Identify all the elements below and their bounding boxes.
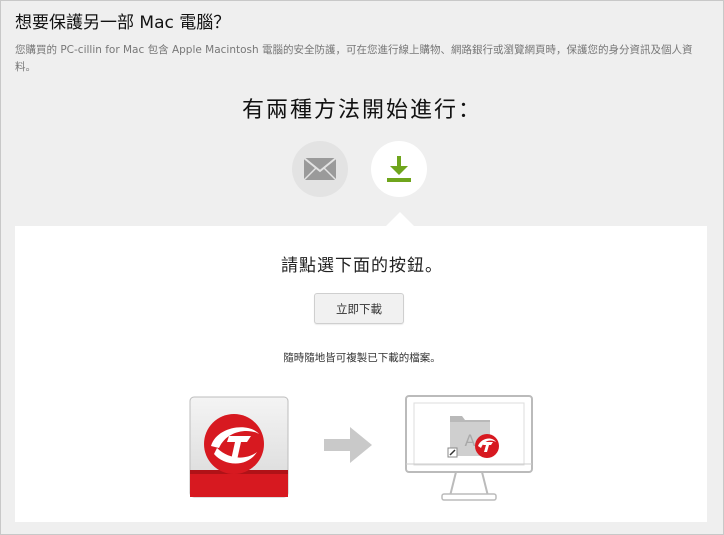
email-method-button[interactable] bbox=[292, 141, 348, 197]
imac-computer-icon: A bbox=[404, 394, 534, 508]
download-icon bbox=[387, 156, 411, 182]
envelope-icon bbox=[303, 157, 337, 181]
trend-micro-app-icon bbox=[189, 396, 289, 502]
download-now-button[interactable]: 立即下載 bbox=[314, 293, 404, 324]
page-description: 您購買的 PC-cillin for Mac 包含 Apple Macintos… bbox=[15, 44, 693, 73]
selection-pointer bbox=[386, 212, 414, 226]
instruction-text: 請點選下面的按鈕。 bbox=[281, 256, 443, 276]
right-arrow-icon bbox=[322, 425, 374, 469]
copy-note: 隨時隨地皆可複製已下載的檔案。 bbox=[283, 352, 441, 364]
methods-heading: 有兩種方法開始進行： bbox=[241, 98, 482, 123]
page-title: 想要保護另一部 Mac 電腦？ bbox=[15, 13, 231, 33]
svg-text:A: A bbox=[465, 431, 476, 450]
download-method-button[interactable] bbox=[371, 141, 427, 197]
